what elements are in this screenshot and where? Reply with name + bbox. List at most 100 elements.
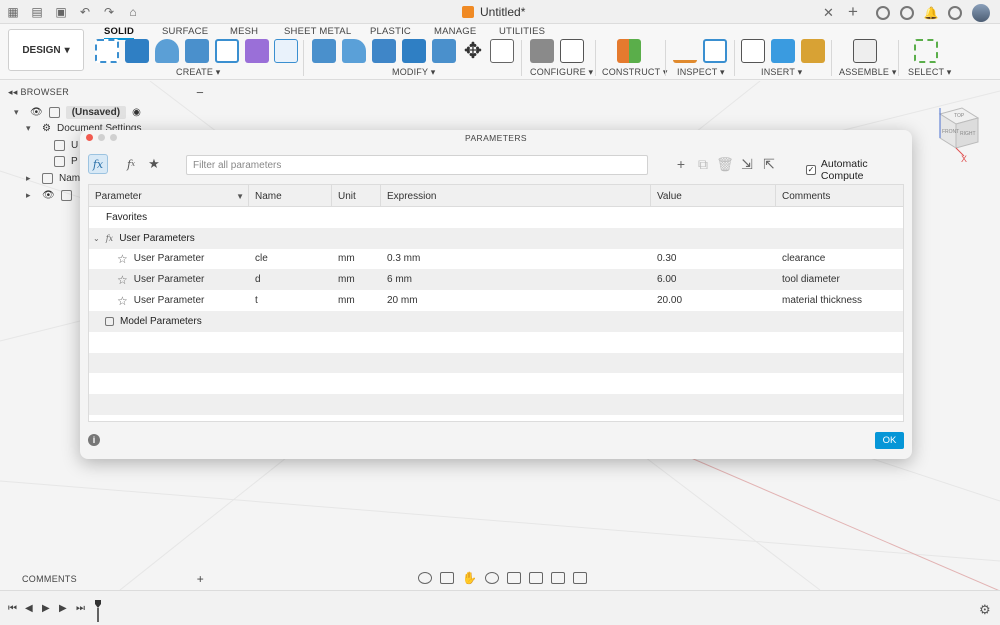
column-header-value[interactable]: Value [651,185,776,207]
collapse-arrow-icon[interactable]: ◂◂ [8,87,18,97]
insert-mesh-icon[interactable] [801,39,825,63]
export-icon[interactable]: ⇱ [762,156,776,172]
help-icon[interactable] [948,6,962,20]
origin-row[interactable]: ▸ 👁 [26,187,72,203]
delete-icon[interactable]: 🗑 [716,156,734,172]
sweep-icon[interactable] [185,39,209,63]
measure-icon[interactable] [673,39,697,63]
star-icon[interactable]: ☆ [117,294,128,308]
record-icon[interactable]: ◉ [132,107,141,118]
align-icon[interactable] [490,39,514,63]
table-row[interactable]: ☆ User Parameter t mm 20 mm 20.00 materi… [89,290,903,311]
file-icon[interactable]: ▤ [30,5,44,19]
close-icon[interactable]: ✕ [823,5,834,21]
select-icon[interactable] [914,39,938,63]
plane-icon[interactable] [617,39,641,63]
viewports-icon[interactable] [572,572,587,584]
dialog-title-bar[interactable]: PARAMETERS [80,130,912,146]
row-expression[interactable]: 6 mm [381,269,651,290]
play-icon[interactable]: ▶ [42,603,50,614]
interference-icon[interactable] [703,39,727,63]
step-back-icon[interactable]: ◀ [25,603,33,614]
row-comment[interactable]: tool diameter [776,269,903,290]
favorites-star-icon[interactable]: ★ [146,156,162,172]
column-header-comments[interactable]: Comments [776,185,903,207]
row-name[interactable]: cle [249,249,332,270]
row-unit[interactable]: mm [332,290,381,311]
expand-arrow-icon[interactable]: ▸ [26,173,36,184]
job-status-icon[interactable] [900,6,914,20]
column-header-expression[interactable]: Expression [381,185,651,207]
add-parameter-icon[interactable]: + [674,156,688,172]
browser-panel-header[interactable]: ◂◂ BROWSER − [4,84,210,100]
star-icon[interactable]: ☆ [117,252,128,266]
insert-menu[interactable]: INSERT ▾ [761,67,802,78]
info-icon[interactable]: i [88,434,100,446]
tab-mesh[interactable]: MESH [230,26,258,37]
chevron-down-icon[interactable]: ⌄ [93,234,100,243]
tab-solid[interactable]: SOLID [104,26,135,40]
go-to-start-icon[interactable]: ⏮ [8,603,17,614]
home-icon[interactable]: ⌂ [126,5,140,19]
grid-settings-icon[interactable] [550,572,565,584]
zoom-dialog-button[interactable] [110,134,117,141]
row-unit[interactable]: mm [332,249,381,270]
units-row[interactable]: U [54,137,78,153]
expand-arrow-icon[interactable]: ▸ [26,190,36,201]
row-name[interactable]: t [249,290,332,311]
insert-derive-icon[interactable] [741,39,765,63]
model-parameters-group[interactable]: Model Parameters [89,310,903,332]
favorites-row[interactable]: Favorites [89,207,903,228]
tab-plastic[interactable]: PLASTIC [370,26,411,37]
tab-sheet-metal[interactable]: SHEET METAL [284,26,351,37]
row-expression[interactable]: 0.3 mm [381,249,651,270]
undo-icon[interactable]: ↶ [78,5,92,19]
orbit-icon[interactable] [418,572,432,584]
workspace-switcher[interactable]: DESIGN ▾ [8,29,84,71]
star-icon[interactable]: ☆ [117,273,128,287]
inspect-menu[interactable]: INSPECT ▾ [677,67,725,78]
column-header-name[interactable]: Name [249,185,332,207]
column-header-parameter[interactable]: Parameter ▼ [89,185,249,207]
pan-icon[interactable]: ✋ [462,571,477,585]
minimize-dialog-button[interactable] [98,134,105,141]
params-row[interactable]: P [54,153,78,169]
automatic-compute-checkbox[interactable]: ✓ [806,165,816,175]
move-icon[interactable]: ✥ [461,39,485,63]
insert-image-icon[interactable] [771,39,795,63]
table-row[interactable]: ☆ User Parameter d mm 6 mm 6.00 tool dia… [89,269,903,291]
add-tab-icon[interactable]: + [848,2,858,22]
named-views-row[interactable]: ▸ Nam [26,170,80,186]
column-header-unit[interactable]: Unit [332,185,381,207]
user-avatar[interactable] [972,4,990,22]
step-forward-icon[interactable]: ▶ [59,603,67,614]
timeline-settings-gear-icon[interactable]: ⚙ [979,602,991,618]
expand-arrow-icon[interactable]: ▾ [14,107,24,118]
row-expression[interactable]: 20 mm [381,290,651,311]
zoom-icon[interactable] [484,572,499,584]
comments-panel-header[interactable]: COMMENTS + [4,571,210,587]
import-icon[interactable]: ⇲ [740,156,754,172]
branch-icon[interactable] [274,39,298,63]
row-comment[interactable]: clearance [776,249,903,270]
timeline-marker[interactable] [95,600,101,622]
extrude-icon[interactable] [125,39,149,63]
eye-hidden-icon[interactable]: 👁 [42,190,55,201]
fx-subset-icon[interactable]: fx [123,156,139,172]
grid-icon[interactable]: ▦ [6,5,20,19]
row-unit[interactable]: mm [332,269,381,290]
display-settings-icon[interactable] [528,572,543,584]
add-comment-icon[interactable]: + [197,572,204,586]
minimize-icon[interactable]: − [196,85,204,100]
fx-filter-button[interactable]: fx [88,154,108,174]
notifications-icon[interactable]: 🔔 [924,6,939,20]
shell-icon[interactable] [372,39,396,63]
tab-surface[interactable]: SURFACE [162,26,208,37]
row-comment[interactable]: material thickness [776,290,903,311]
press-pull-icon[interactable] [312,39,336,63]
go-to-end-icon[interactable]: ⏭ [76,603,85,614]
view-cube[interactable]: TOP FRONT RIGHT Z X [926,99,980,164]
browser-root-row[interactable]: ▾ 👁 (Unsaved) ◉ [14,104,141,120]
document-tab[interactable]: Untitled* [462,0,525,24]
fillet-icon[interactable] [342,39,366,63]
